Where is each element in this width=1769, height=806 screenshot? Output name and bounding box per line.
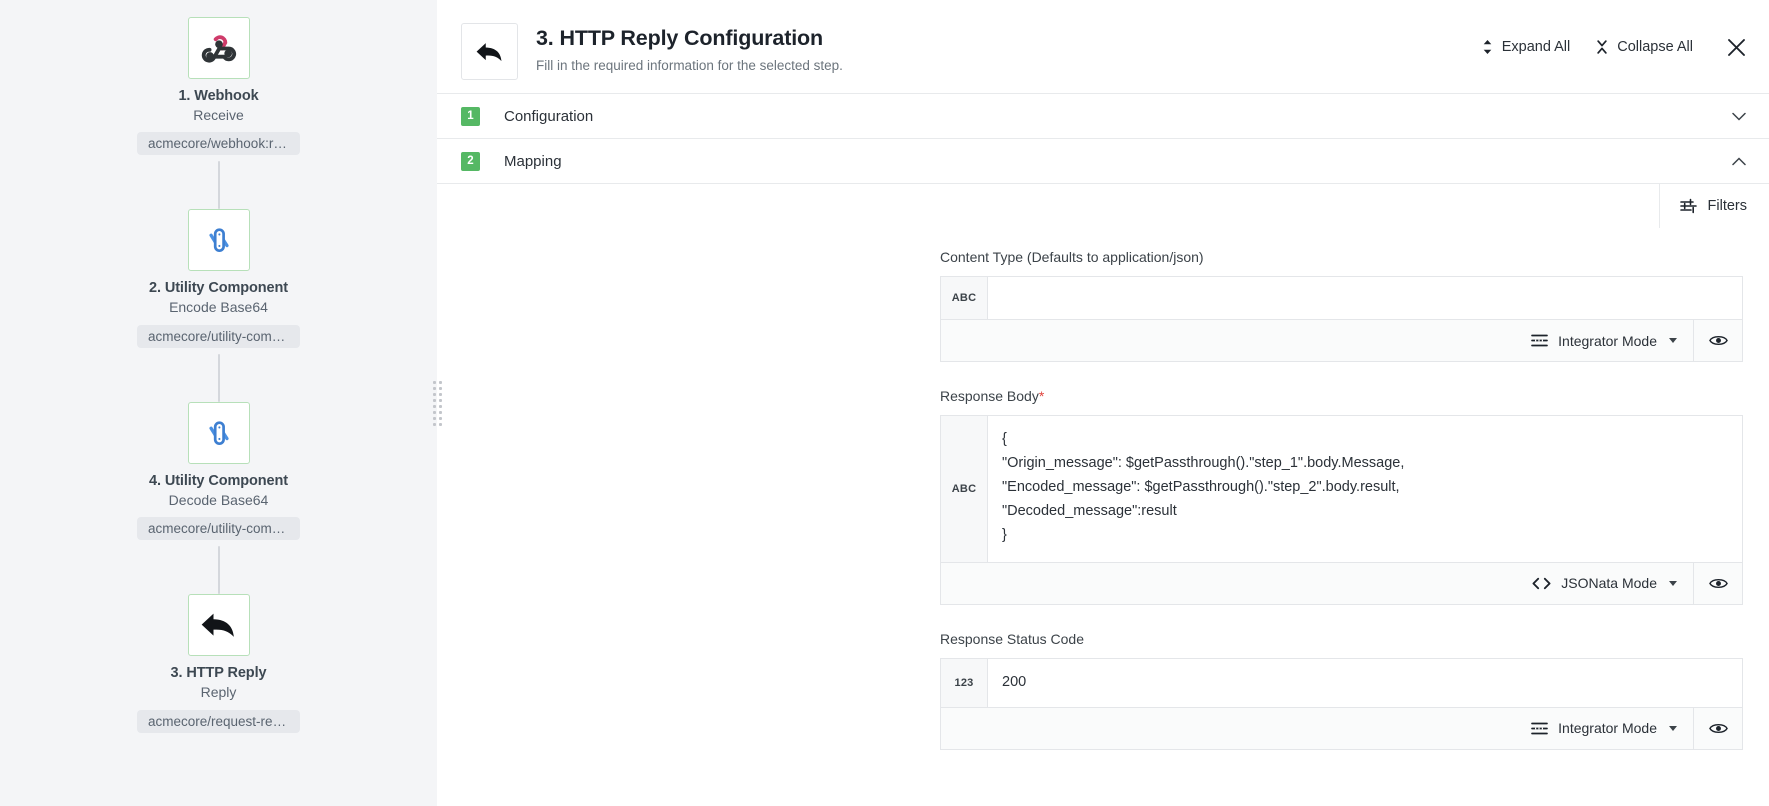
field-box: 123 200 Integrator Mode [940,657,1743,750]
collapse-all-button[interactable]: Collapse All [1596,39,1693,55]
filters-label: Filters [1707,197,1747,214]
flow-node-http-reply[interactable]: 3. HTTP Reply Reply acmecore/request-rep… [119,594,319,733]
flow-node-title: 3. HTTP Reply [170,665,267,682]
flow-node-utility-decode[interactable]: 4. Utility Component Decode Base64 acmec… [119,401,319,541]
flow-node-list: 1. Webhook Receive acmecore/webhook:rece… [0,0,437,733]
preview-eye-icon[interactable] [1693,562,1742,604]
preview-eye-icon[interactable] [1693,320,1742,361]
code-brackets-icon [1532,577,1551,590]
flow-node-subtitle: Encode Base64 [169,299,268,316]
mode-label: JSONata Mode [1561,575,1657,592]
panel-header-actions: Expand All Collapse All [1482,22,1747,58]
mode-selector-button[interactable]: Integrator Mode [1519,320,1693,361]
flow-node-component-id: acmecore/request-reply:... [137,709,300,733]
section-header-mapping[interactable]: 2 Mapping [437,138,1769,183]
field-label-text: Content Type (Defaults to application/js… [940,249,1204,265]
flow-node-component-id: acmecore/utility-compo... [137,324,300,348]
field-type-tag: 123 [941,658,988,707]
field-type-tag: ABC [941,277,988,319]
response-body-input[interactable]: { "Origin_message": $getPassthrough()."s… [988,416,1742,562]
section-label: Mapping [504,152,562,170]
chevron-down-icon [1669,338,1677,343]
field-label: Response Body* [940,388,1743,404]
flow-node-title: 4. Utility Component [149,472,288,489]
flow-node-subtitle: Receive [193,106,244,123]
flow-node-component-id: acmecore/webhook:recei... [137,132,300,156]
flow-node-title: 2. Utility Component [149,280,288,297]
page-title: 3. HTTP Reply Configuration [536,26,824,50]
filters-toolbar: Filters [437,183,1769,228]
field-box: ABC Integrator Mode [940,276,1743,362]
field-response-body: Response Body* ABC { "Origin_message": $… [437,388,1769,605]
field-response-status-code: Response Status Code 123 200 Integrator … [437,631,1769,750]
close-icon[interactable] [1725,36,1747,58]
flow-node-subtitle: Reply [200,684,237,701]
field-footer: Integrator Mode [941,319,1742,361]
field-input-row: ABC { "Origin_message": $getPassthrough(… [941,416,1742,562]
mode-label: Integrator Mode [1558,332,1657,349]
section-number-badge: 1 [461,106,480,126]
field-input-row: 123 200 [941,658,1742,707]
panel-header: 3. HTTP Reply Configuration Fill in the … [437,0,1769,93]
flow-node-title: 1. Webhook [178,88,259,104]
flow-connector [217,353,220,402]
reply-arrow-icon[interactable] [187,594,250,657]
integrator-mode-icon [1531,722,1549,735]
chevron-down-icon [1669,725,1677,731]
section-label: Configuration [504,107,594,125]
mode-selector-button[interactable]: JSONata Mode [1520,563,1693,604]
required-asterisk: * [1038,388,1045,404]
flow-sidebar: 1. Webhook Receive acmecore/webhook:rece… [0,0,442,806]
field-box: ABC { "Origin_message": $getPassthrough(… [940,415,1743,605]
field-label-text: Response Status Code [940,630,1084,647]
response-status-code-input[interactable]: 200 [988,659,1742,707]
chevron-down-icon [1669,580,1677,586]
field-label: Response Status Code [940,631,1743,647]
expand-all-label: Expand All [1501,39,1571,55]
collapse-all-label: Collapse All [1617,39,1693,55]
app-root: 1. Webhook Receive acmecore/webhook:rece… [0,0,1769,806]
page-subtitle: Fill in the required information for the… [536,58,843,73]
resize-grip-icon[interactable] [432,380,442,426]
field-type-tag: ABC [941,416,988,562]
utility-component-icon[interactable] [187,209,250,272]
back-arrow-icon[interactable] [461,23,518,80]
step-configuration-panel: 3. HTTP Reply Configuration Fill in the … [437,0,1769,806]
sliders-icon [1679,198,1697,214]
preview-eye-icon[interactable] [1693,707,1742,749]
flow-node-component-id: acmecore/utility-compo... [137,517,300,541]
field-input-row: ABC [941,277,1742,319]
field-content-type: Content Type (Defaults to application/js… [437,249,1769,362]
mapping-fields: Content Type (Defaults to application/js… [437,227,1769,750]
flow-connector [217,546,220,595]
filters-button[interactable]: Filters [1658,183,1769,228]
field-label-text: Response Body [940,388,1039,404]
chevron-up-icon[interactable] [1731,153,1747,169]
flow-connector [217,161,220,210]
collapse-vertical-icon [1596,39,1608,55]
expand-all-button[interactable]: Expand All [1482,39,1571,55]
panel-header-text: 3. HTTP Reply Configuration Fill in the … [536,22,1482,73]
utility-component-icon[interactable] [187,401,250,464]
expand-vertical-icon [1482,39,1493,55]
flow-node-webhook[interactable]: 1. Webhook Receive acmecore/webhook:rece… [119,17,319,156]
field-footer: JSONata Mode [941,561,1742,604]
flow-node-utility-encode[interactable]: 2. Utility Component Encode Base64 acmec… [119,209,319,348]
content-type-input[interactable] [988,277,1742,319]
section-header-configuration[interactable]: 1 Configuration [437,93,1769,138]
webhook-icon[interactable] [187,17,250,79]
flow-node-subtitle: Decode Base64 [168,491,269,508]
section-number-badge: 2 [461,151,480,171]
mode-selector-button[interactable]: Integrator Mode [1519,708,1693,749]
field-footer: Integrator Mode [941,706,1742,749]
field-label: Content Type (Defaults to application/js… [940,249,1743,265]
chevron-down-icon[interactable] [1731,108,1747,124]
integrator-mode-icon [1531,334,1549,347]
mode-label: Integrator Mode [1558,720,1657,737]
